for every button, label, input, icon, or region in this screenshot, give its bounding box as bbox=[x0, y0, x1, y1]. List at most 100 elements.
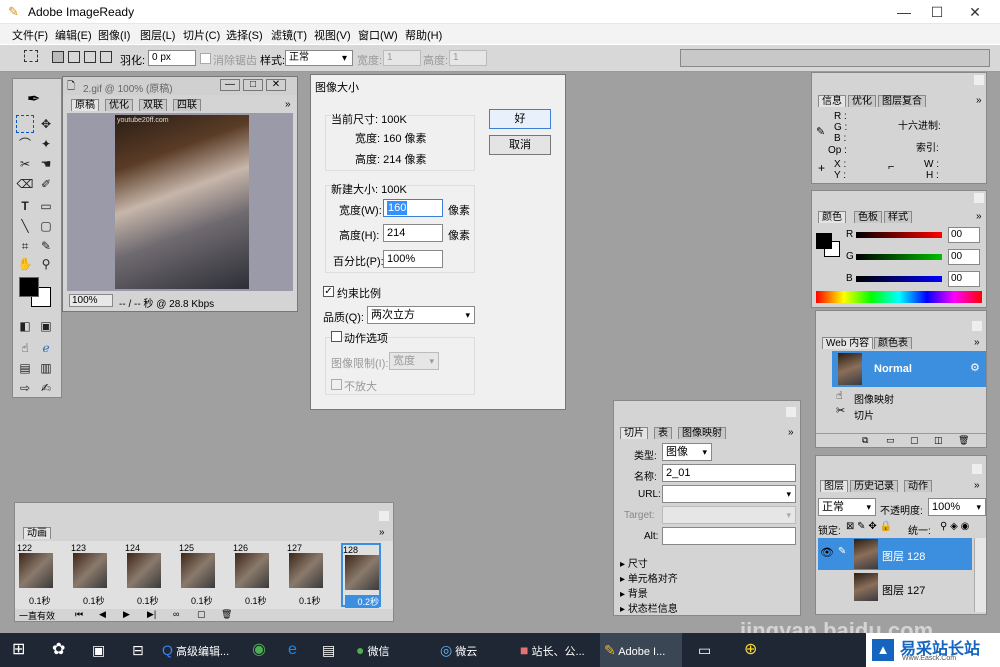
play-icon[interactable]: ▶ bbox=[123, 609, 130, 620]
close-button[interactable]: ✕ bbox=[956, 0, 994, 24]
tab-web-content[interactable]: Web 内容 bbox=[822, 337, 874, 349]
lock-icons[interactable]: ⊠ ✎ ✥ 🔒 bbox=[846, 521, 892, 532]
tab-2up[interactable]: 双联 bbox=[139, 99, 167, 111]
animation-frame[interactable]: 127 0.1秒 bbox=[287, 543, 327, 606]
width-input[interactable]: 1 bbox=[383, 50, 421, 66]
foreground-color-swatch[interactable] bbox=[816, 233, 832, 249]
panel-menu-icon[interactable]: » bbox=[788, 427, 794, 438]
percent-input[interactable]: 100% bbox=[383, 250, 443, 268]
tab-layer-comps[interactable]: 图层复合 bbox=[878, 95, 926, 107]
tab-layers[interactable]: 图层 bbox=[820, 480, 848, 492]
jump-to-photoshop-icon[interactable]: ▥ bbox=[37, 359, 55, 377]
windows-start-icon[interactable]: ⊞ bbox=[12, 633, 25, 667]
menu-file[interactable]: 文件(F) bbox=[12, 27, 48, 43]
foreground-color-swatch[interactable] bbox=[19, 277, 39, 297]
doc-close-button[interactable]: ✕ bbox=[266, 79, 286, 91]
animation-frame[interactable]: 126 0.1秒 bbox=[233, 543, 273, 606]
feather-input[interactable]: 0 px bbox=[148, 50, 196, 66]
section-status-msg[interactable]: ▸ 状态栏信息 bbox=[620, 600, 678, 615]
preview-icon[interactable]: ▣ bbox=[37, 317, 55, 335]
panel-close-button[interactable] bbox=[379, 511, 389, 521]
document-preview-icon[interactable]: ☝ bbox=[16, 339, 34, 357]
add-selection-icon[interactable] bbox=[68, 51, 80, 63]
taskbar-item[interactable]: Q 高级编辑... bbox=[162, 633, 229, 667]
channel-b-value[interactable]: 00 bbox=[948, 271, 980, 287]
new-height-input[interactable]: 214 bbox=[383, 224, 443, 242]
taskbar-item-active[interactable]: ✎ Adobe I... bbox=[600, 633, 682, 667]
panel-close-button[interactable] bbox=[972, 464, 982, 474]
web-row-imagemap[interactable]: 图像映射 bbox=[854, 391, 894, 406]
duplicate-frame-icon[interactable]: ▢ bbox=[197, 609, 206, 620]
height-input[interactable]: 1 bbox=[449, 50, 487, 66]
crop-tool-icon[interactable]: ⌗ bbox=[16, 237, 34, 255]
hand-tool-icon[interactable]: ✋ bbox=[16, 255, 34, 273]
rect-marquee-icon[interactable] bbox=[16, 115, 34, 133]
doc-maximize-button[interactable]: □ bbox=[243, 79, 263, 91]
panel-menu-icon[interactable]: » bbox=[379, 527, 385, 538]
section-size[interactable]: ▸ 尺寸 bbox=[620, 555, 648, 570]
magic-wand-icon[interactable]: ✦ bbox=[37, 135, 55, 153]
panel-close-button[interactable] bbox=[974, 75, 984, 85]
browser-360-icon[interactable]: ◉ bbox=[252, 633, 266, 667]
animation-frame[interactable]: 125 0.1秒 bbox=[179, 543, 219, 606]
quality-select[interactable]: 两次立方 ▾ bbox=[367, 306, 475, 324]
slice-tool-icon[interactable]: ✂ bbox=[16, 155, 34, 173]
taskbar-item[interactable]: ■ 站长、公... bbox=[520, 633, 585, 667]
tab-color[interactable]: 颜色 bbox=[818, 211, 846, 223]
subtract-selection-icon[interactable] bbox=[84, 51, 96, 63]
menu-view[interactable]: 视图(V) bbox=[314, 27, 351, 43]
frame-delay[interactable]: 0.1秒 bbox=[191, 594, 213, 607]
menu-slice[interactable]: 切片(C) bbox=[183, 27, 220, 43]
visibility-eye-icon[interactable]: 👁 bbox=[820, 546, 834, 559]
recycle-app-icon[interactable]: ⊟ bbox=[132, 633, 144, 667]
previous-frame-icon[interactable]: ◀ bbox=[99, 609, 106, 620]
frame-delay[interactable]: 0.1秒 bbox=[29, 594, 51, 607]
tab-info[interactable]: 信息 bbox=[818, 95, 846, 107]
action-options-checkbox[interactable] bbox=[331, 331, 342, 342]
constrain-checkbox[interactable]: ✓ bbox=[323, 286, 334, 297]
tab-imagemap[interactable]: 图像映射 bbox=[678, 427, 726, 439]
alt-input[interactable] bbox=[662, 527, 796, 545]
edit-icon[interactable]: ✍ bbox=[37, 379, 55, 397]
monitor-icon[interactable]: ▭ bbox=[698, 633, 711, 667]
line-tool-icon[interactable]: ╲ bbox=[16, 217, 34, 235]
intersect-selection-icon[interactable] bbox=[100, 51, 112, 63]
trash-icon[interactable]: 🗑 bbox=[221, 609, 232, 620]
channel-g-slider[interactable] bbox=[856, 254, 942, 260]
ok-button[interactable]: 好 bbox=[489, 109, 551, 129]
fan-app-icon[interactable]: ✿ bbox=[52, 633, 65, 667]
tab-4up[interactable]: 四联 bbox=[173, 99, 201, 111]
tab-history[interactable]: 历史记录 bbox=[850, 480, 898, 492]
channel-r-slider[interactable] bbox=[856, 232, 942, 238]
imagemap-icon[interactable]: ▭ bbox=[886, 435, 895, 446]
new-slice-icon[interactable]: ▢ bbox=[910, 435, 919, 446]
jump-app-icon[interactable]: ⇨ bbox=[16, 379, 34, 397]
color-spectrum[interactable] bbox=[816, 291, 982, 303]
loop-select[interactable]: 一直有效 bbox=[19, 609, 55, 622]
mask-mode-icon[interactable]: ◧ bbox=[16, 317, 34, 335]
type-select[interactable]: 图像 ▾ bbox=[662, 443, 712, 461]
layers-scrollbar[interactable] bbox=[974, 538, 986, 612]
slice-select-icon[interactable]: ☚ bbox=[37, 155, 55, 173]
channel-g-value[interactable]: 00 bbox=[948, 249, 980, 265]
next-frame-icon[interactable]: ▶| bbox=[147, 609, 156, 620]
new-selection-icon[interactable] bbox=[52, 51, 64, 63]
unify-icons[interactable]: ⚲ ◈ ◉ bbox=[940, 521, 969, 532]
web-row-normal[interactable]: Normal ⚙ bbox=[832, 351, 986, 387]
frame-delay[interactable]: 0.1秒 bbox=[245, 594, 267, 607]
tab-table[interactable]: 表 bbox=[654, 427, 672, 439]
menu-filter[interactable]: 滤镜(T) bbox=[271, 27, 307, 43]
menu-window[interactable]: 窗口(W) bbox=[358, 27, 398, 43]
doc-minimize-button[interactable]: — bbox=[220, 79, 240, 91]
eraser-icon[interactable]: ⌫ bbox=[16, 175, 34, 193]
menu-edit[interactable]: 编辑(E) bbox=[55, 27, 92, 43]
animation-frame[interactable]: 124 0.1秒 bbox=[125, 543, 165, 606]
cancel-button[interactable]: 取消 bbox=[489, 135, 551, 155]
rect-shape-icon[interactable]: ▭ bbox=[37, 197, 55, 215]
channel-b-slider[interactable] bbox=[856, 276, 942, 282]
frame-delay[interactable]: 0.1秒 bbox=[137, 594, 159, 607]
remote-desktop-icon[interactable]: ▤ bbox=[322, 633, 335, 667]
layer-row[interactable]: 图层 127 bbox=[818, 572, 972, 602]
layer-row-selected[interactable]: 👁 ✎ 图层 128 bbox=[818, 538, 972, 570]
edge-icon[interactable]: e bbox=[288, 633, 297, 667]
